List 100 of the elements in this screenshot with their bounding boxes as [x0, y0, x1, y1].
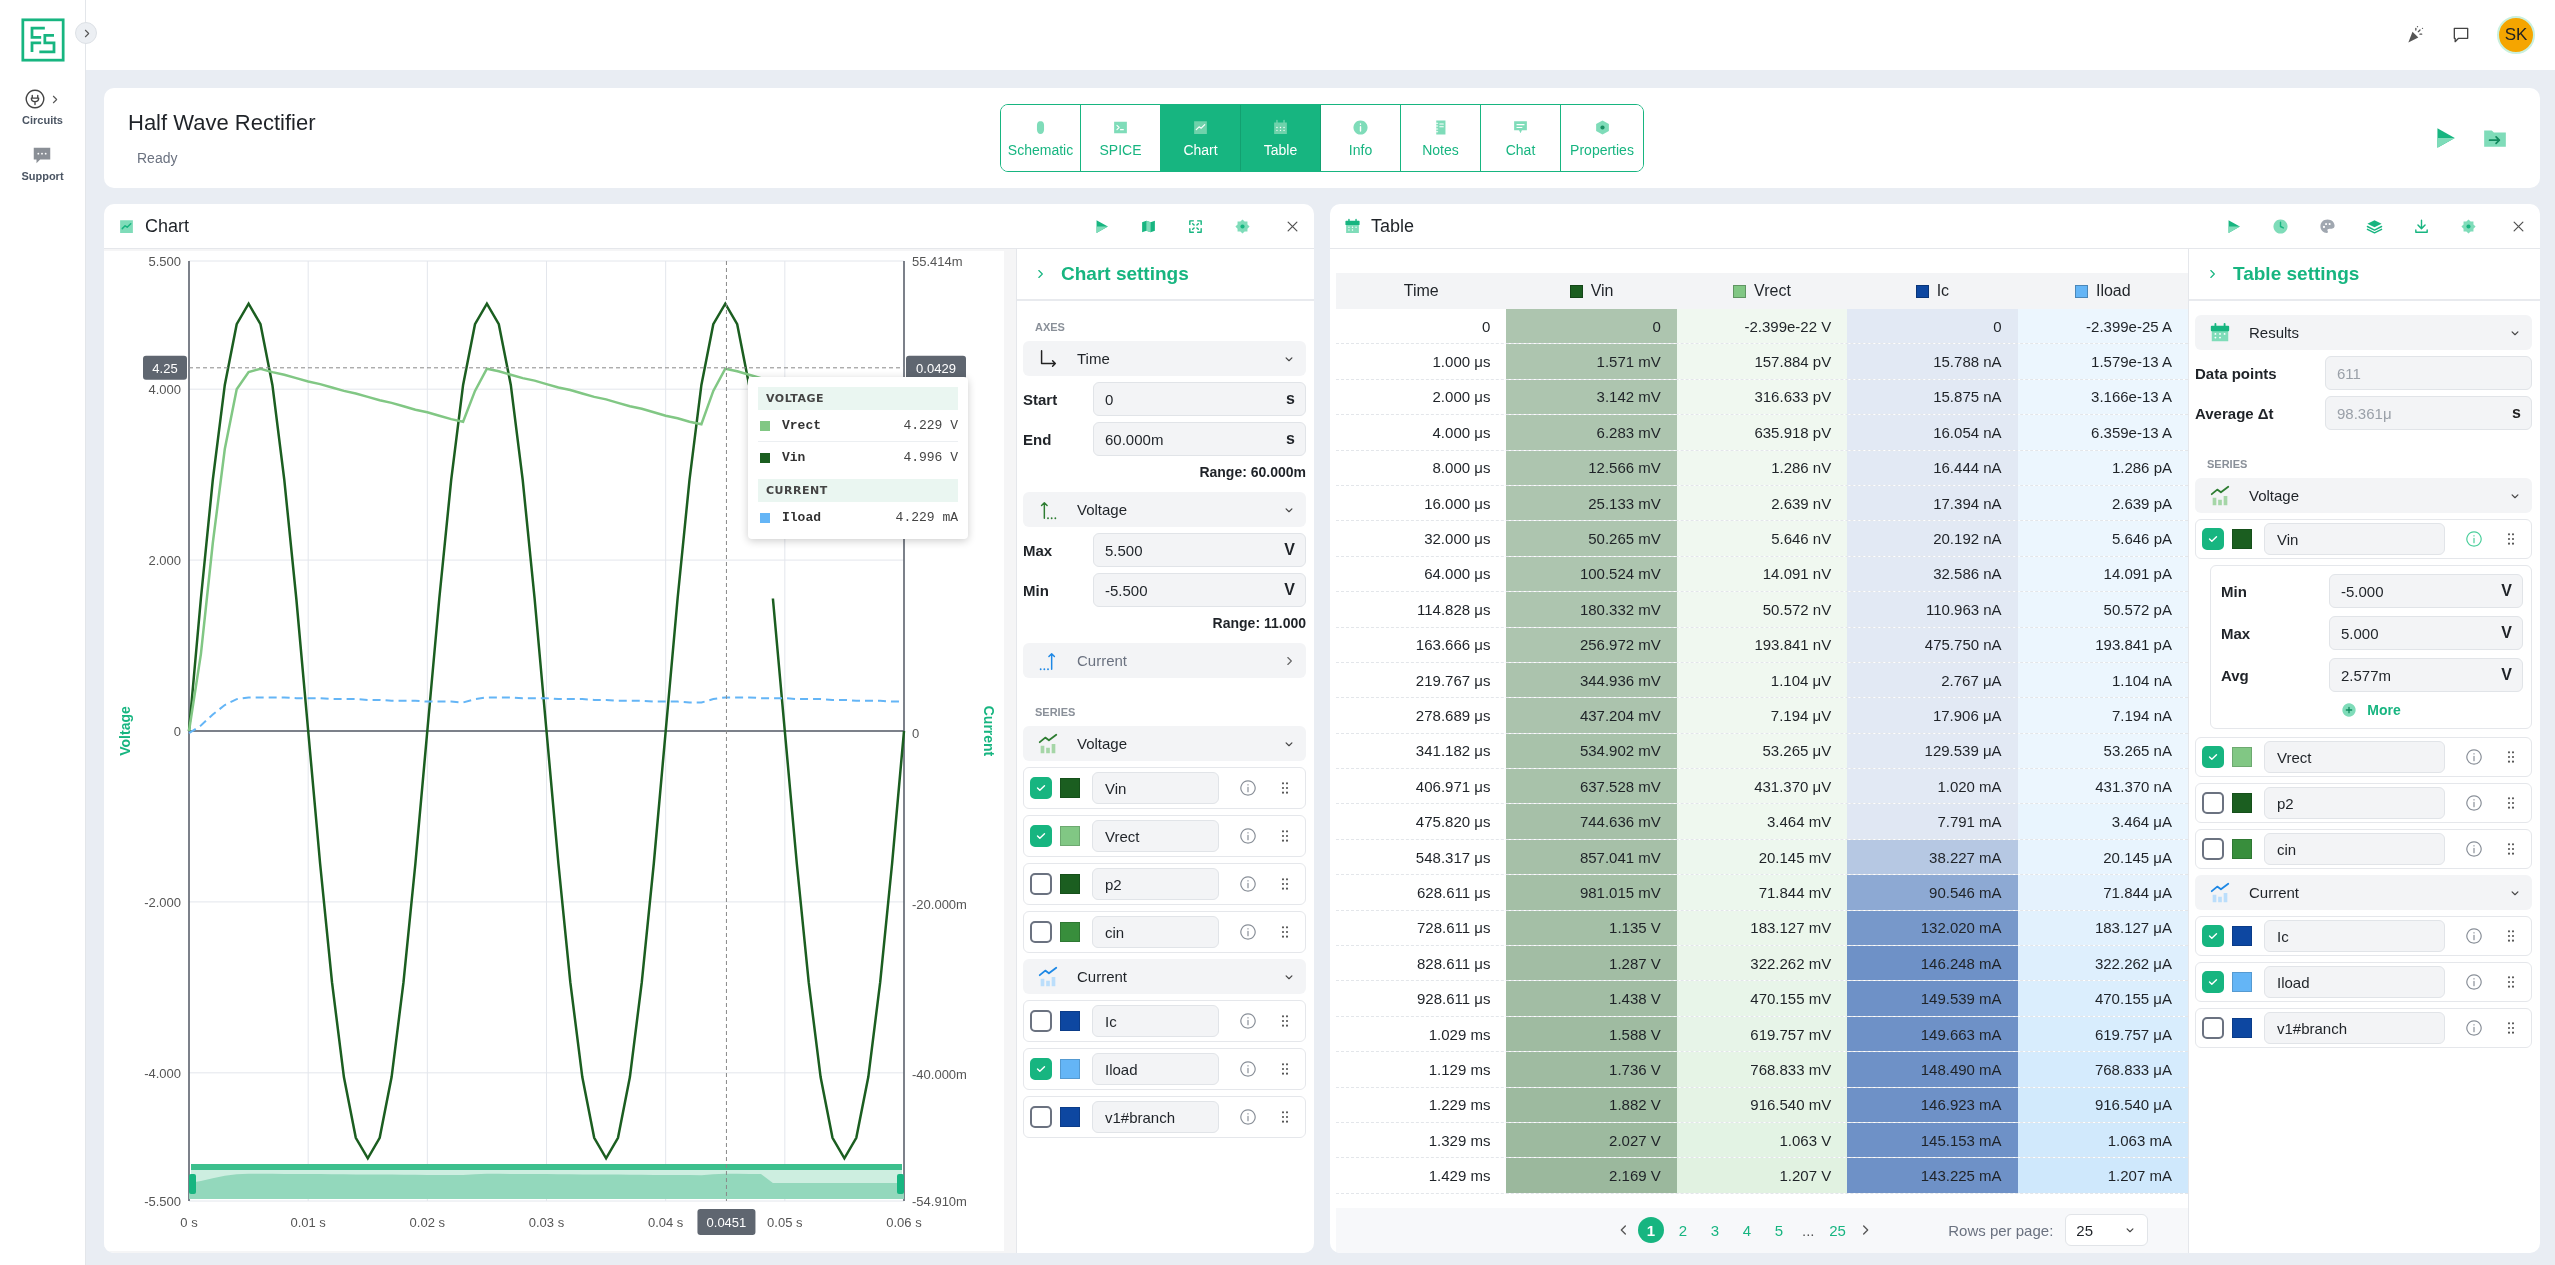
checkbox[interactable] [1030, 873, 1052, 895]
color-swatch[interactable] [1060, 1011, 1080, 1031]
checkbox[interactable] [2202, 746, 2224, 768]
input-field[interactable]: 5.000 V [2329, 616, 2523, 650]
info-icon[interactable] [2465, 530, 2483, 548]
info-icon[interactable] [2465, 794, 2483, 812]
sidebar-item[interactable]: Circuits [22, 88, 63, 126]
settings-icon[interactable] [1234, 217, 1251, 235]
checkbox[interactable] [2202, 1017, 2224, 1039]
info-icon[interactable] [2465, 927, 2483, 945]
color-swatch[interactable] [1060, 874, 1080, 894]
input-field[interactable]: 0 s [1093, 382, 1306, 416]
palette-icon[interactable] [2319, 217, 2336, 235]
checkbox[interactable] [1030, 825, 1052, 847]
table-cell: 129.539 μA [1847, 733, 2018, 769]
series-name-field[interactable]: Vin [1092, 772, 1219, 804]
color-swatch[interactable] [2232, 1018, 2252, 1038]
color-swatch[interactable] [2232, 529, 2252, 549]
column-header[interactable]: Ic [1936, 282, 1950, 300]
series-name-field[interactable]: cin [2264, 833, 2445, 865]
checkbox[interactable] [1030, 777, 1052, 799]
info-icon[interactable] [1239, 827, 1257, 845]
info-icon[interactable] [1239, 779, 1257, 797]
series-name-field[interactable]: v1#branch [1092, 1101, 1219, 1133]
column-header[interactable]: Time [1336, 273, 1507, 309]
checkbox[interactable] [2202, 528, 2224, 550]
series-name-field[interactable]: Iload [1092, 1053, 1219, 1085]
info-icon[interactable] [1239, 1012, 1257, 1030]
color-swatch[interactable] [2232, 793, 2252, 813]
expand-icon[interactable] [1187, 217, 1204, 235]
series-name-field[interactable]: p2 [2264, 787, 2445, 819]
series-group-selector[interactable]: Current [1023, 959, 1306, 994]
info-icon[interactable] [2465, 840, 2483, 858]
color-swatch[interactable] [2232, 747, 2252, 767]
range-navigator[interactable] [189, 1164, 904, 1199]
sidebar-item[interactable]: Support [21, 144, 64, 182]
checkbox[interactable] [2202, 971, 2224, 993]
series-name-field[interactable]: p2 [1092, 868, 1219, 900]
table-cell: 3.142 mV [1506, 379, 1677, 415]
checkbox[interactable] [1030, 1058, 1052, 1080]
axis-selector[interactable]: Voltage [1023, 492, 1306, 527]
series-group-selector[interactable]: Current [2195, 875, 2532, 910]
table-cell: 193.841 pA [2017, 627, 2188, 662]
input-field[interactable]: -5.000 V [2329, 574, 2523, 608]
table-cell: 6.359e-13 A [2017, 415, 2188, 450]
series-name-field[interactable]: Vrect [1092, 820, 1219, 852]
color-swatch[interactable] [1060, 1059, 1080, 1079]
expand-button[interactable] [75, 22, 97, 44]
series-group-selector[interactable]: Voltage [1023, 726, 1306, 761]
column-header[interactable]: Vrect [1754, 282, 1791, 300]
source-selector[interactable]: Results [2195, 315, 2532, 350]
input-field[interactable]: 60.000m s [1093, 422, 1306, 456]
series-name-field[interactable]: Ic [2264, 920, 2445, 952]
axis-selector[interactable]: Time [1023, 341, 1306, 376]
table-cell: 6.283 mV [1506, 415, 1677, 450]
input-field[interactable]: -5.500 V [1093, 573, 1306, 607]
logo-icon[interactable] [20, 18, 65, 62]
checkbox[interactable] [1030, 1106, 1052, 1128]
color-swatch[interactable] [1060, 778, 1080, 798]
series-name-field[interactable]: Vin [2264, 523, 2445, 555]
color-swatch[interactable] [2232, 972, 2252, 992]
series-name-field[interactable]: Ic [1092, 1005, 1219, 1037]
color-swatch[interactable] [2232, 926, 2252, 946]
info-icon[interactable] [1239, 1108, 1257, 1126]
checkbox[interactable] [1030, 921, 1052, 943]
series-name-field[interactable]: cin [1092, 916, 1219, 948]
layers-icon[interactable] [2366, 217, 2383, 235]
table-cell: 1.571 mV [1506, 344, 1677, 379]
info-icon[interactable] [2465, 973, 2483, 991]
column-header[interactable]: Iload [2095, 282, 2131, 300]
panel-title: Table [1371, 215, 1415, 237]
checkbox[interactable] [2202, 792, 2224, 814]
table-cell: 157.884 pV [1676, 344, 1848, 379]
checkbox[interactable] [2202, 838, 2224, 860]
color-swatch[interactable] [1060, 922, 1080, 942]
info-icon[interactable] [2465, 748, 2483, 766]
column-header[interactable]: Vin [1590, 282, 1614, 300]
info-icon[interactable] [2465, 1019, 2483, 1037]
clock-icon[interactable] [2272, 217, 2289, 235]
series-name-field[interactable]: v1#branch [2264, 1012, 2445, 1044]
table-cell: 1.207 V [1676, 1158, 1848, 1193]
rows-per-page-dropdown[interactable]: 25 [2065, 1214, 2148, 1247]
color-swatch[interactable] [1060, 826, 1080, 846]
info-icon[interactable] [1239, 1060, 1257, 1078]
color-swatch[interactable] [2232, 839, 2252, 859]
series-group-selector[interactable]: Voltage [2195, 478, 2532, 513]
user-avatar[interactable]: SK [2497, 16, 2535, 54]
axis-selector[interactable]: Current [1023, 643, 1306, 678]
checkbox[interactable] [2202, 925, 2224, 947]
settings-icon[interactable] [2460, 217, 2477, 235]
color-swatch[interactable] [1060, 1107, 1080, 1127]
input-field[interactable]: 2.577m V [2329, 658, 2523, 692]
checkbox[interactable] [1030, 1010, 1052, 1032]
input-field[interactable]: 5.500 V [1093, 533, 1306, 567]
info-icon[interactable] [1239, 875, 1257, 893]
info-icon[interactable] [1239, 923, 1257, 941]
series-name-field[interactable]: Iload [2264, 966, 2445, 998]
series-name-field[interactable]: Vrect [2264, 741, 2445, 773]
download-icon[interactable] [2413, 217, 2430, 235]
chat-icon[interactable] [2451, 25, 2471, 45]
